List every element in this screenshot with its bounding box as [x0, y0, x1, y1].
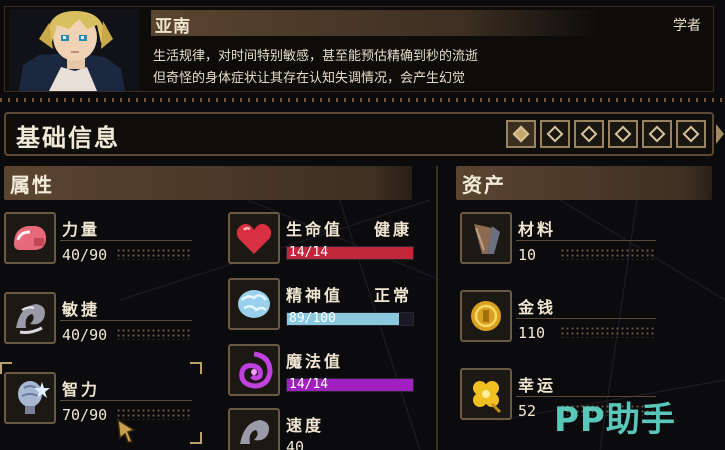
attributes-header: 属性	[4, 166, 412, 200]
attributes-header-label: 属性	[10, 173, 54, 197]
diamond-icon	[648, 125, 666, 143]
character-role: 学者	[673, 18, 701, 34]
asset-value: 10	[518, 246, 537, 264]
tab-3[interactable]	[574, 120, 604, 148]
underline	[60, 240, 192, 241]
asset-money[interactable]: 金钱 110	[460, 290, 690, 350]
tab-5[interactable]	[642, 120, 672, 148]
speed-wind-icon	[228, 408, 280, 450]
section-bar: 基础信息	[4, 112, 724, 156]
underline	[60, 400, 192, 401]
diamond-icon	[682, 125, 700, 143]
vital-status: 健康	[374, 220, 413, 239]
muscle-arm-icon	[4, 212, 56, 264]
tab-strip	[506, 120, 706, 148]
underline	[60, 320, 192, 321]
dotted-fill	[116, 248, 192, 260]
clover-flower-icon	[460, 368, 512, 420]
section-title: 基础信息	[16, 124, 120, 152]
stat-strength[interactable]: 力量 40/90	[4, 212, 204, 272]
stat-value: 40/90	[62, 246, 108, 264]
gold-coin-icon	[460, 290, 512, 342]
health-value: 14/14	[289, 245, 329, 260]
description-line-1: 生活规律，对时间特别敏感，甚至能预估精确到秒的流逝	[153, 49, 479, 64]
column-separator	[436, 166, 438, 450]
vital-mana[interactable]: 魔法值 14/14	[228, 344, 418, 404]
asset-label: 幸运	[518, 376, 557, 395]
watermark: PP助手	[554, 400, 676, 440]
mana-bar: 14/14	[286, 377, 414, 392]
next-arrow-icon[interactable]	[716, 124, 724, 144]
purple-swirl-icon	[228, 344, 280, 396]
stat-label: 力量	[62, 220, 101, 239]
asset-label: 材料	[518, 220, 557, 239]
description-line-2: 但奇怪的身体症状让其存在认知失调情况，会产生幻觉	[153, 71, 466, 86]
name-bar: 亚南	[151, 10, 711, 37]
frame-corner	[0, 362, 12, 374]
frame-corner	[190, 432, 202, 444]
pointer-cursor-icon	[117, 418, 136, 443]
mana-value: 14/14	[289, 377, 329, 392]
swift-wind-icon	[4, 292, 56, 344]
diamond-icon	[512, 125, 530, 143]
vital-speed[interactable]: 速度 40	[228, 408, 418, 450]
tab-2[interactable]	[540, 120, 570, 148]
underline	[516, 240, 656, 241]
diamond-icon	[580, 125, 598, 143]
assets-header: 资产	[456, 166, 712, 200]
diamond-icon	[614, 125, 632, 143]
underline	[516, 318, 656, 319]
vital-label: 魔法值	[286, 352, 344, 371]
assets-header-label: 资产	[462, 173, 506, 197]
speed-value: 40	[286, 438, 305, 450]
stat-label: 智力	[62, 380, 101, 399]
stat-value: 40/90	[62, 326, 108, 344]
blue-brain-icon	[228, 278, 280, 330]
health-bar: 14/14	[286, 245, 414, 260]
tab-6[interactable]	[676, 120, 706, 148]
dotted-fill	[560, 326, 656, 338]
vital-label: 生命值	[286, 220, 344, 239]
asset-value: 110	[518, 324, 546, 342]
character-name: 亚南	[155, 17, 191, 37]
asset-value: 52	[518, 402, 537, 420]
vital-status: 正常	[374, 286, 413, 305]
asset-label: 金钱	[518, 298, 557, 317]
character-header: 亚南 学者 生活规律，对时间特别敏感，甚至能预估精确到秒的流逝 但奇怪的身体症状…	[4, 6, 714, 92]
dotted-divider	[0, 98, 725, 102]
heart-icon	[228, 212, 280, 264]
stat-agility[interactable]: 敏捷 40/90	[4, 292, 204, 352]
vital-label: 速度	[286, 416, 325, 435]
vital-health[interactable]: 生命值 健康 14/14	[228, 212, 418, 272]
stat-value: 70/90	[62, 406, 108, 424]
stat-label: 敏捷	[62, 300, 101, 319]
dotted-fill	[116, 328, 192, 340]
dotted-fill	[560, 248, 656, 260]
vital-spirit[interactable]: 精神值 正常 89/100	[228, 278, 418, 338]
asset-materials[interactable]: 材料 10	[460, 212, 690, 272]
character-portrait	[9, 9, 139, 91]
spirit-bar: 89/100	[286, 311, 414, 326]
vital-label: 精神值	[286, 286, 344, 305]
materials-bundle-icon	[460, 212, 512, 264]
stat-intelligence[interactable]: 智力 70/90	[4, 372, 204, 432]
diamond-icon	[546, 125, 564, 143]
tab-1[interactable]	[506, 120, 536, 148]
brain-lightbulb-icon	[4, 372, 56, 424]
tab-4[interactable]	[608, 120, 638, 148]
frame-corner	[190, 362, 202, 374]
spirit-value: 89/100	[289, 311, 336, 326]
